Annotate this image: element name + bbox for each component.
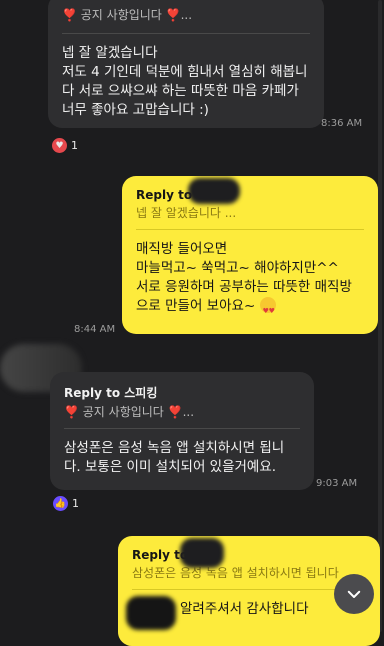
- message-text: 매직방 들어오면 마늘먹고~ 쑥먹고~ 해야하지만^^ 서로 응원하며 공부하는…: [136, 240, 364, 321]
- reply-to-label: Reply to 스피킹: [64, 386, 158, 400]
- quoted-text: ❣️ 공지 사항입니다 ❣️...: [64, 405, 195, 419]
- heart-eyes-emoji-icon: [259, 297, 276, 321]
- divider: [132, 589, 366, 590]
- heart-icon: ♥: [52, 138, 67, 153]
- quoted-text: 넵 잘 알겠습니다 ...: [136, 206, 237, 220]
- redacted-name: [188, 178, 240, 204]
- divider: [62, 33, 310, 34]
- quoted-text: ❣️ 공지 사항입니다 ❣️...: [62, 8, 193, 22]
- redacted-sticker: [126, 596, 176, 630]
- quoted-text: 삼성폰은 음성 녹음 앱 설치하시면 됩니다: [132, 566, 339, 580]
- reaction-badge[interactable]: ♥ 1: [52, 138, 78, 153]
- message-bubble-incoming[interactable]: ❣️ 공지 사항입니다 ❣️... 넵 잘 알겠습니다 저도 4 기인데 덕분에…: [48, 0, 324, 128]
- timestamp: 9:03 AM: [316, 478, 358, 489]
- scroll-to-bottom-button[interactable]: [334, 574, 374, 614]
- reaction-count: 1: [71, 139, 78, 152]
- timestamp: 8:44 AM: [74, 324, 116, 335]
- scrollbar[interactable]: [378, 0, 382, 632]
- chevron-down-icon: [347, 590, 361, 598]
- timestamp: 8:36 AM: [321, 118, 363, 129]
- thumbs-up-icon: 👍: [53, 496, 68, 511]
- message-bubble-incoming[interactable]: Reply to 스피킹 ❣️ 공지 사항입니다 ❣️... 삼성폰은 음성 녹…: [50, 372, 314, 490]
- reply-to-label: Reply to: [132, 548, 189, 562]
- message-bubble-outgoing[interactable]: Reply to 넵 잘 알겠습니다 ... 매직방 들어오면 마늘먹고~ 쑥먹…: [122, 176, 378, 334]
- reaction-badge[interactable]: 👍 1: [53, 496, 79, 511]
- reaction-count: 1: [72, 497, 79, 510]
- divider: [136, 229, 364, 230]
- message-text: 삼성폰은 음성 녹음 앱 설치하시면 됩니다. 보통은 이미 설치되어 있을거예…: [64, 440, 285, 475]
- divider: [64, 428, 300, 429]
- redacted-name: [180, 538, 224, 568]
- message-text: 넵 잘 알겠습니다 저도 4 기인데 덕분에 힘내서 열심히 해봅니다 서로 으…: [62, 45, 308, 118]
- reply-to-label: Reply to: [136, 188, 193, 202]
